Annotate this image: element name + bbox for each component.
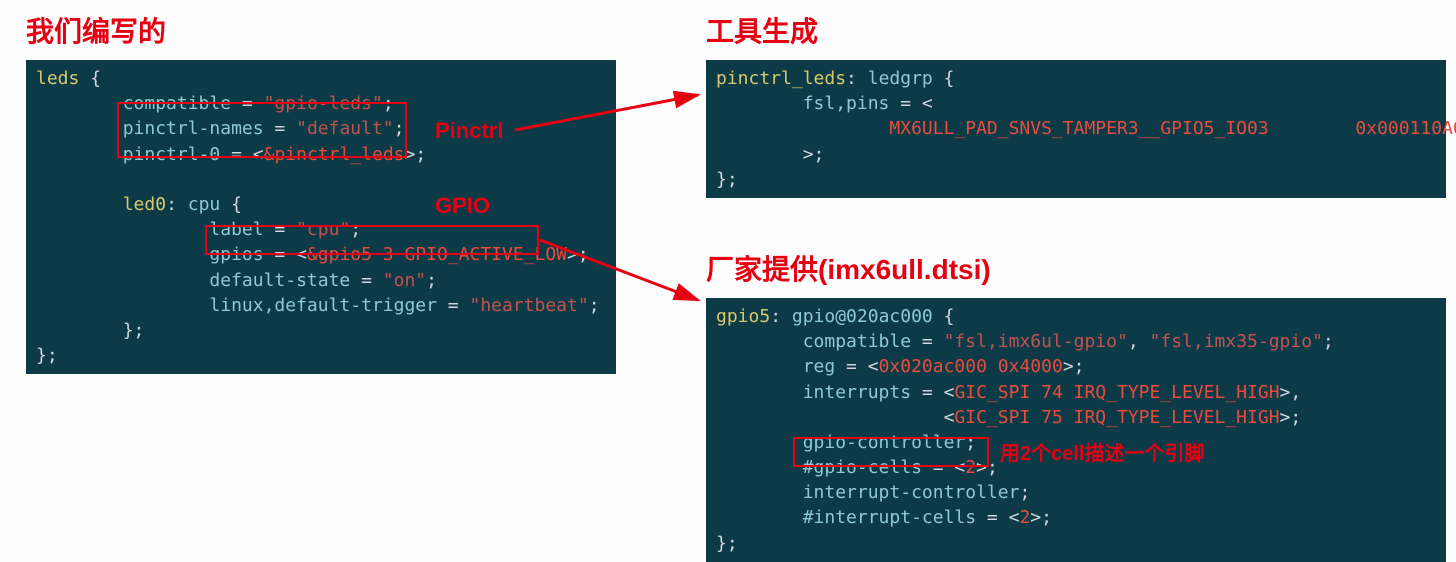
left-code: leds { compatible = "gpio-leds"; pinctrl… — [26, 60, 616, 374]
t: linux,default-trigger — [209, 295, 437, 316]
t: MX6ULL_PAD_SNVS_TAMPER3__GPIO5_IO03 — [889, 118, 1268, 139]
t: >; — [405, 144, 427, 165]
t: default-state — [209, 270, 350, 291]
t: ; — [350, 219, 361, 240]
t: { — [79, 68, 101, 89]
t: interrupts — [803, 382, 911, 403]
t: pinctrl_leds — [716, 68, 846, 89]
t: }; — [123, 320, 145, 341]
left-title: 我们编写的 — [26, 10, 616, 50]
t: : — [166, 194, 188, 215]
t: { — [933, 68, 955, 89]
t: { — [933, 306, 955, 327]
right1-title: 工具生成 — [706, 10, 1446, 50]
t: }; — [716, 533, 738, 554]
t: cpu — [188, 194, 221, 215]
t: = < — [220, 144, 263, 165]
t: gpio-controller — [803, 432, 966, 453]
t: 0x020ac000 0x4000 — [879, 356, 1063, 377]
t: interrupt-controller — [803, 482, 1020, 503]
t: >; — [1063, 356, 1085, 377]
t: , — [1128, 331, 1150, 352]
t: = < — [835, 356, 878, 377]
t: pinctrl-0 — [123, 144, 221, 165]
right2-title: 厂家提供(imx6ull.dtsi) — [706, 248, 1446, 288]
t: = < — [911, 382, 954, 403]
t: "gpio-leds" — [264, 93, 383, 114]
t: = — [350, 270, 383, 291]
t: gpio5 — [716, 306, 770, 327]
t: ; — [426, 270, 437, 291]
t: pinctrl-names — [123, 118, 264, 139]
t: "fsl,imx35-gpio" — [1150, 331, 1323, 352]
t: >; — [803, 144, 825, 165]
t: { — [220, 194, 242, 215]
t: 2 — [965, 457, 976, 478]
t: : — [770, 306, 792, 327]
t: "fsl,imx6ul-gpio" — [944, 331, 1128, 352]
t: &pinctrl_leds — [264, 144, 405, 165]
t: >; — [1280, 407, 1302, 428]
t: compatible — [803, 331, 911, 352]
t: led0 — [123, 194, 166, 215]
right2-code: gpio5: gpio@020ac000 { compatible = "fsl… — [706, 298, 1446, 562]
t: ; — [394, 118, 405, 139]
left-column: 我们编写的 leds { compatible = "gpio-leds"; p… — [26, 10, 616, 374]
t: }; — [36, 345, 58, 366]
t: ledgrp — [868, 68, 933, 89]
t: "cpu" — [296, 219, 350, 240]
t: ; — [1019, 482, 1030, 503]
t: : — [846, 68, 868, 89]
t: = — [231, 93, 264, 114]
t: = — [437, 295, 470, 316]
t: reg — [803, 356, 836, 377]
t: = — [911, 331, 944, 352]
t: "heartbeat" — [469, 295, 588, 316]
t: "on" — [383, 270, 426, 291]
label-cells: 用2个cell描述一个引脚 — [1000, 437, 1204, 466]
t: = — [264, 118, 297, 139]
t: = — [264, 219, 297, 240]
label-pinctrl: Pinctrl — [435, 118, 503, 144]
t: < — [944, 407, 955, 428]
t: ; — [383, 93, 394, 114]
t: ; — [965, 432, 976, 453]
t: &gpio5 3 GPIO_ACTIVE_LOW — [307, 244, 567, 265]
t: #gpio-cells — [803, 457, 922, 478]
t: 0x000110A0 — [1355, 118, 1456, 139]
t: leds — [36, 68, 79, 89]
t: >, — [1280, 382, 1302, 403]
t: fsl,pins — [803, 93, 890, 114]
t: GIC_SPI 74 IRQ_TYPE_LEVEL_HIGH — [954, 382, 1279, 403]
t: = < — [264, 244, 307, 265]
t: GIC_SPI 75 IRQ_TYPE_LEVEL_HIGH — [954, 407, 1279, 428]
t: }; — [716, 169, 738, 190]
t: ; — [589, 295, 600, 316]
t: "default" — [296, 118, 394, 139]
t: = < — [922, 457, 965, 478]
t: = < — [889, 93, 932, 114]
t: gpio@020ac000 — [792, 306, 933, 327]
label-gpio: GPIO — [435, 193, 490, 219]
t: ; — [1323, 331, 1334, 352]
t: >; — [976, 457, 998, 478]
t: gpios — [209, 244, 263, 265]
t: label — [209, 219, 263, 240]
right-column: 工具生成 pinctrl_leds: ledgrp { fsl,pins = <… — [706, 10, 1446, 562]
t: compatible — [123, 93, 231, 114]
right1-code: pinctrl_leds: ledgrp { fsl,pins = < MX6U… — [706, 60, 1446, 198]
t: >; — [567, 244, 589, 265]
